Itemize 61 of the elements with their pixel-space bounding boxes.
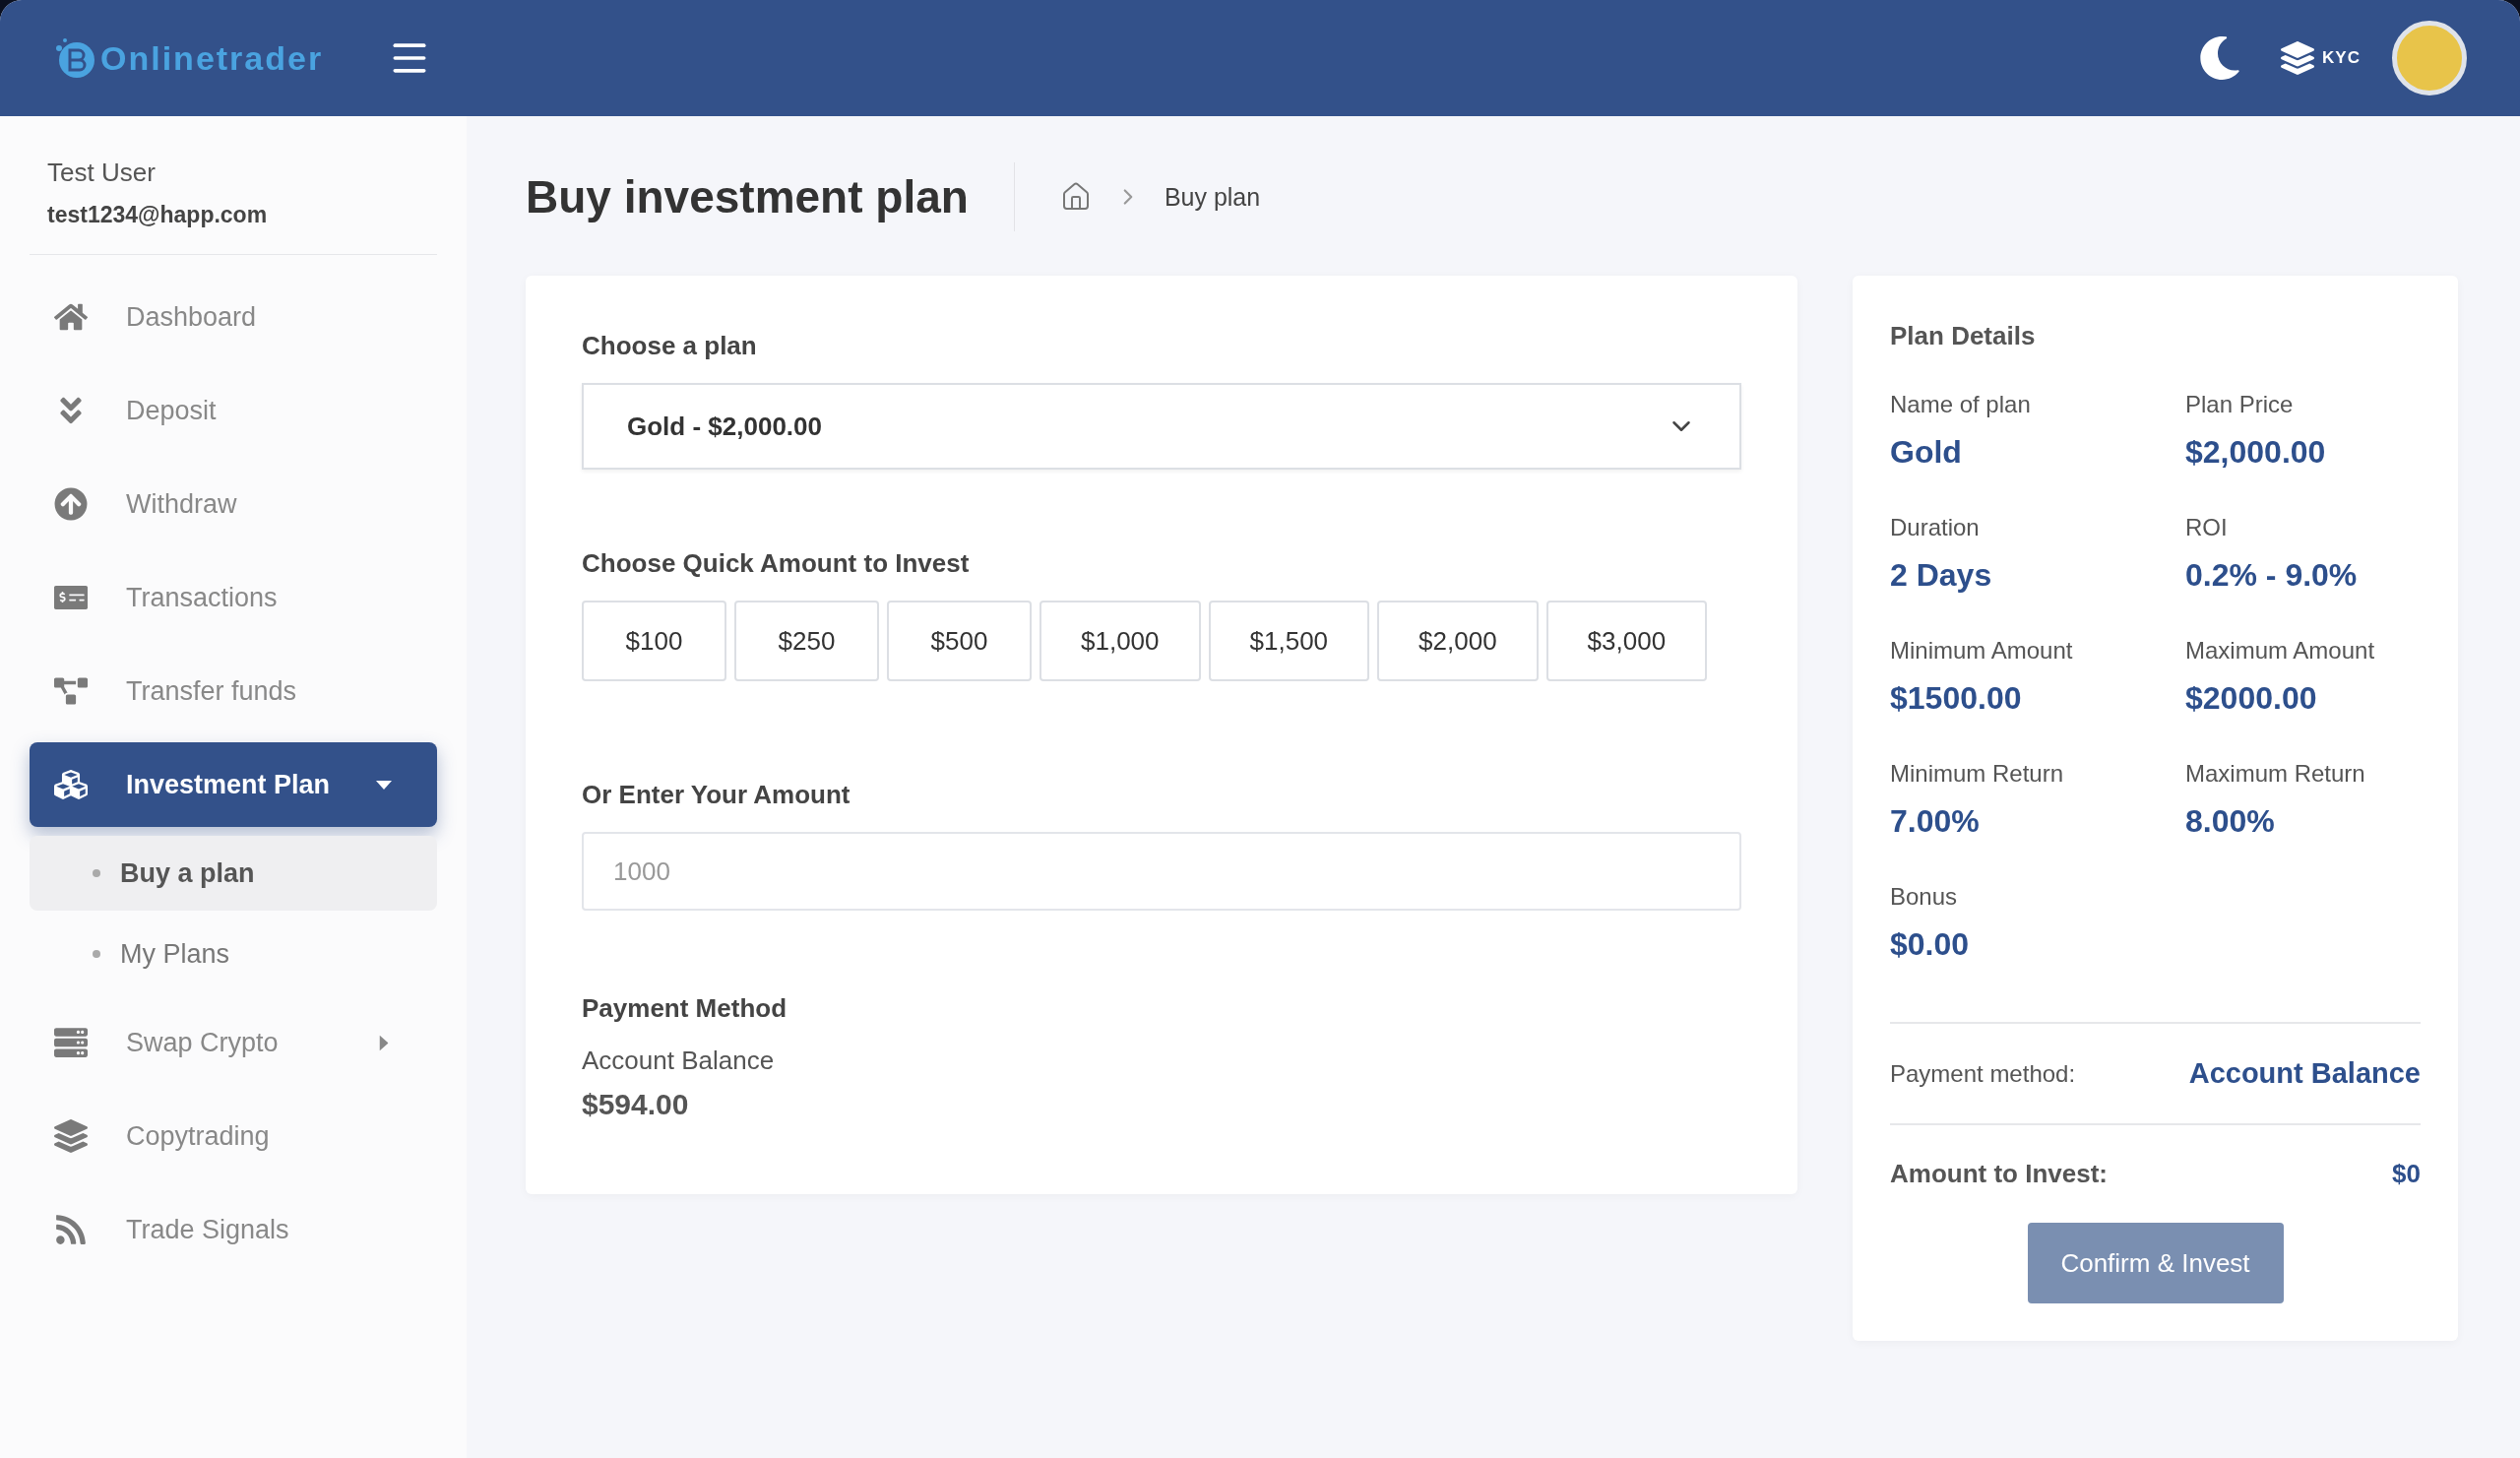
detail-value: $2,000.00: [2185, 434, 2327, 471]
sidebar-item[interactable]: Transactions: [30, 555, 437, 640]
detail-label: Bonus: [1890, 883, 1959, 911]
amount-value: $0: [2392, 1159, 2421, 1189]
detail-label: Duration: [1890, 514, 1981, 541]
logo-icon: [53, 36, 96, 80]
plan-select[interactable]: Gold - $2,000.00: [582, 383, 1741, 470]
breadcrumb-current: Buy plan: [1164, 182, 1261, 212]
payment-method-value: Account Balance: [2188, 1057, 2421, 1090]
page-title: Buy investment plan: [526, 162, 1015, 231]
amount-button[interactable]: $3,000: [1545, 601, 1708, 681]
kyc-button[interactable]: KYC: [2281, 41, 2361, 75]
submenu-item[interactable]: Buy a plan: [30, 836, 437, 911]
stack-icon: [54, 1026, 88, 1059]
detail-value: 0.2% - 9.0%: [2185, 557, 2359, 594]
amount-button[interactable]: $100: [582, 601, 726, 681]
sidebar-item[interactable]: Dashboard: [30, 275, 437, 359]
detail-value: 2 Days: [1890, 557, 1993, 594]
sidebar-item[interactable]: Deposit: [30, 368, 437, 453]
cubes-icon: [54, 768, 88, 801]
amount-button[interactable]: $1,000: [1040, 601, 1201, 681]
amount-button[interactable]: $1,500: [1208, 601, 1370, 681]
detail-value: 7.00%: [1890, 803, 1981, 840]
field-label: Choose Quick Amount to Invest: [582, 548, 971, 579]
sidebar-item[interactable]: Investment Plan: [30, 742, 437, 827]
logo-text: Onlinetrader: [100, 38, 324, 78]
amount-input[interactable]: 1000: [582, 832, 1741, 911]
amount-label: Amount to Invest:: [1890, 1159, 2108, 1189]
detail-value: $1500.00: [1890, 680, 2023, 717]
field-label: Choose a plan: [582, 331, 758, 361]
rss-icon: [54, 1213, 88, 1246]
detail-value: $0.00: [1890, 926, 1971, 963]
user-name: Test User: [47, 158, 157, 188]
payment-method-label: Payment method:: [1890, 1059, 2076, 1088]
submenu-item[interactable]: My Plans: [30, 917, 437, 991]
payment-method-name: Account Balance: [582, 1046, 776, 1076]
detail-label: ROI: [2185, 514, 2229, 541]
detail-label: Maximum Amount: [2185, 637, 2376, 665]
account-balance: $594.00: [582, 1088, 690, 1121]
detail-label: Maximum Return: [2185, 760, 2366, 788]
detail-value: 8.00%: [2185, 803, 2276, 840]
sidebar-item[interactable]: Withdraw: [30, 462, 437, 546]
card-title: Plan Details: [1890, 321, 2037, 351]
network-icon: [54, 674, 88, 708]
detail-label: Minimum Amount: [1890, 637, 2074, 665]
detail-value: Gold: [1890, 434, 1963, 471]
detail-value: $2000.00: [2185, 680, 2318, 717]
amount-button[interactable]: $500: [887, 601, 1032, 681]
amount-button[interactable]: $2,000: [1377, 601, 1539, 681]
detail-label: Plan Price: [2185, 391, 2295, 418]
layers-icon: [54, 1119, 88, 1153]
sidebar-item[interactable]: Swap Crypto: [30, 1000, 437, 1085]
amount-button[interactable]: $250: [734, 601, 879, 681]
sidebar-item[interactable]: Trade Signals: [30, 1187, 437, 1272]
field-label: Or Enter Your Amount: [582, 780, 851, 810]
sidebar-item[interactable]: Transfer funds: [30, 649, 437, 733]
field-label: Payment Method: [582, 993, 788, 1024]
detail-label: Minimum Return: [1890, 760, 2065, 788]
sidebar-item[interactable]: Copytrading: [30, 1094, 437, 1178]
user-email: test1234@happ.com: [47, 202, 269, 228]
detail-label: Name of plan: [1890, 391, 2032, 418]
